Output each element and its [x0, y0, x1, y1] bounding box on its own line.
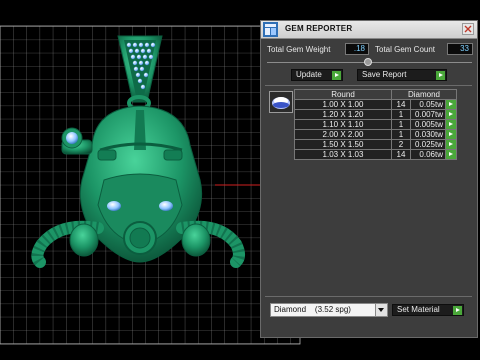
gem-quantity: 2 — [391, 139, 411, 150]
gem-quantity: 1 — [391, 109, 411, 120]
column-header-material: Diamond — [391, 89, 457, 100]
gem-weight: 0.007tw — [410, 109, 446, 120]
panel-title: GEM REPORTER — [285, 24, 353, 33]
gem-quantity: 14 — [391, 99, 411, 110]
divider — [265, 85, 472, 86]
gem-size: 1.10 X 1.10 — [294, 119, 392, 130]
total-gem-weight-value: .18 — [345, 43, 369, 55]
gem-thumbnail[interactable] — [269, 91, 293, 113]
gem-size: 1.20 X 1.20 — [294, 109, 392, 120]
select-row-button[interactable] — [445, 149, 457, 160]
total-gem-weight-label: Total Gem Weight — [267, 45, 331, 54]
update-button-label: Update — [296, 70, 322, 79]
update-button[interactable]: Update — [291, 69, 343, 81]
gem-quantity: 1 — [391, 119, 411, 130]
select-row-button[interactable] — [445, 109, 457, 120]
play-arrow-icon — [436, 71, 445, 80]
select-row-button[interactable] — [445, 99, 457, 110]
gem-reporter-app-icon — [263, 22, 278, 37]
total-gem-count-label: Total Gem Count — [375, 45, 436, 54]
save-report-button[interactable]: Save Report — [357, 69, 447, 81]
close-icon — [464, 25, 472, 33]
select-row-button[interactable] — [445, 129, 457, 140]
gem-size: 1.03 X 1.03 — [294, 149, 392, 160]
gem-weight: 0.030tw — [410, 129, 446, 140]
divider — [265, 296, 472, 297]
gem-size: 1.50 X 1.50 — [294, 139, 392, 150]
gem-reporter-panel: GEM REPORTER Total Gem Weight .18 Total … — [260, 20, 478, 338]
table-row[interactable]: 1.03 X 1.03 14 0.06tw — [294, 149, 457, 160]
select-row-button[interactable] — [445, 139, 457, 150]
set-material-button-label: Set Material — [397, 305, 440, 314]
column-header-shape: Round — [294, 89, 392, 100]
table-row[interactable]: 1.00 X 1.00 14 0.05tw — [294, 99, 457, 110]
gem-quantity: 1 — [391, 129, 411, 140]
material-select[interactable]: Diamond (3.52 spg) — [270, 303, 388, 317]
gem-table: Round Diamond 1.00 X 1.00 14 0.05tw 1.20… — [294, 89, 457, 160]
chevron-down-icon[interactable] — [375, 304, 387, 316]
select-row-button[interactable] — [445, 119, 457, 130]
gem-size: 1.00 X 1.00 — [294, 99, 392, 110]
gem-weight: 0.06tw — [410, 149, 446, 160]
gem-size: 2.00 X 2.00 — [294, 129, 392, 140]
gem-quantity: 14 — [391, 149, 411, 160]
play-arrow-icon — [332, 71, 341, 80]
material-select-value: Diamond (3.52 spg) — [274, 305, 351, 314]
gem-weight: 0.025tw — [410, 139, 446, 150]
total-gem-count-value: 33 — [447, 43, 473, 55]
gem-weight: 0.05tw — [410, 99, 446, 110]
panel-slider-knob[interactable] — [364, 58, 372, 66]
save-report-button-label: Save Report — [362, 70, 407, 79]
gem-weight: 0.005tw — [410, 119, 446, 130]
table-row[interactable]: 1.20 X 1.20 1 0.007tw — [294, 109, 457, 120]
table-row[interactable]: 1.50 X 1.50 2 0.025tw — [294, 139, 457, 150]
panel-titlebar[interactable]: GEM REPORTER — [261, 21, 477, 39]
set-material-button[interactable]: Set Material — [392, 304, 464, 316]
play-arrow-icon — [453, 306, 462, 315]
round-gem-icon — [272, 97, 290, 109]
close-button[interactable] — [462, 23, 474, 35]
table-row[interactable]: 1.10 X 1.10 1 0.005tw — [294, 119, 457, 130]
table-row[interactable]: 2.00 X 2.00 1 0.030tw — [294, 129, 457, 140]
